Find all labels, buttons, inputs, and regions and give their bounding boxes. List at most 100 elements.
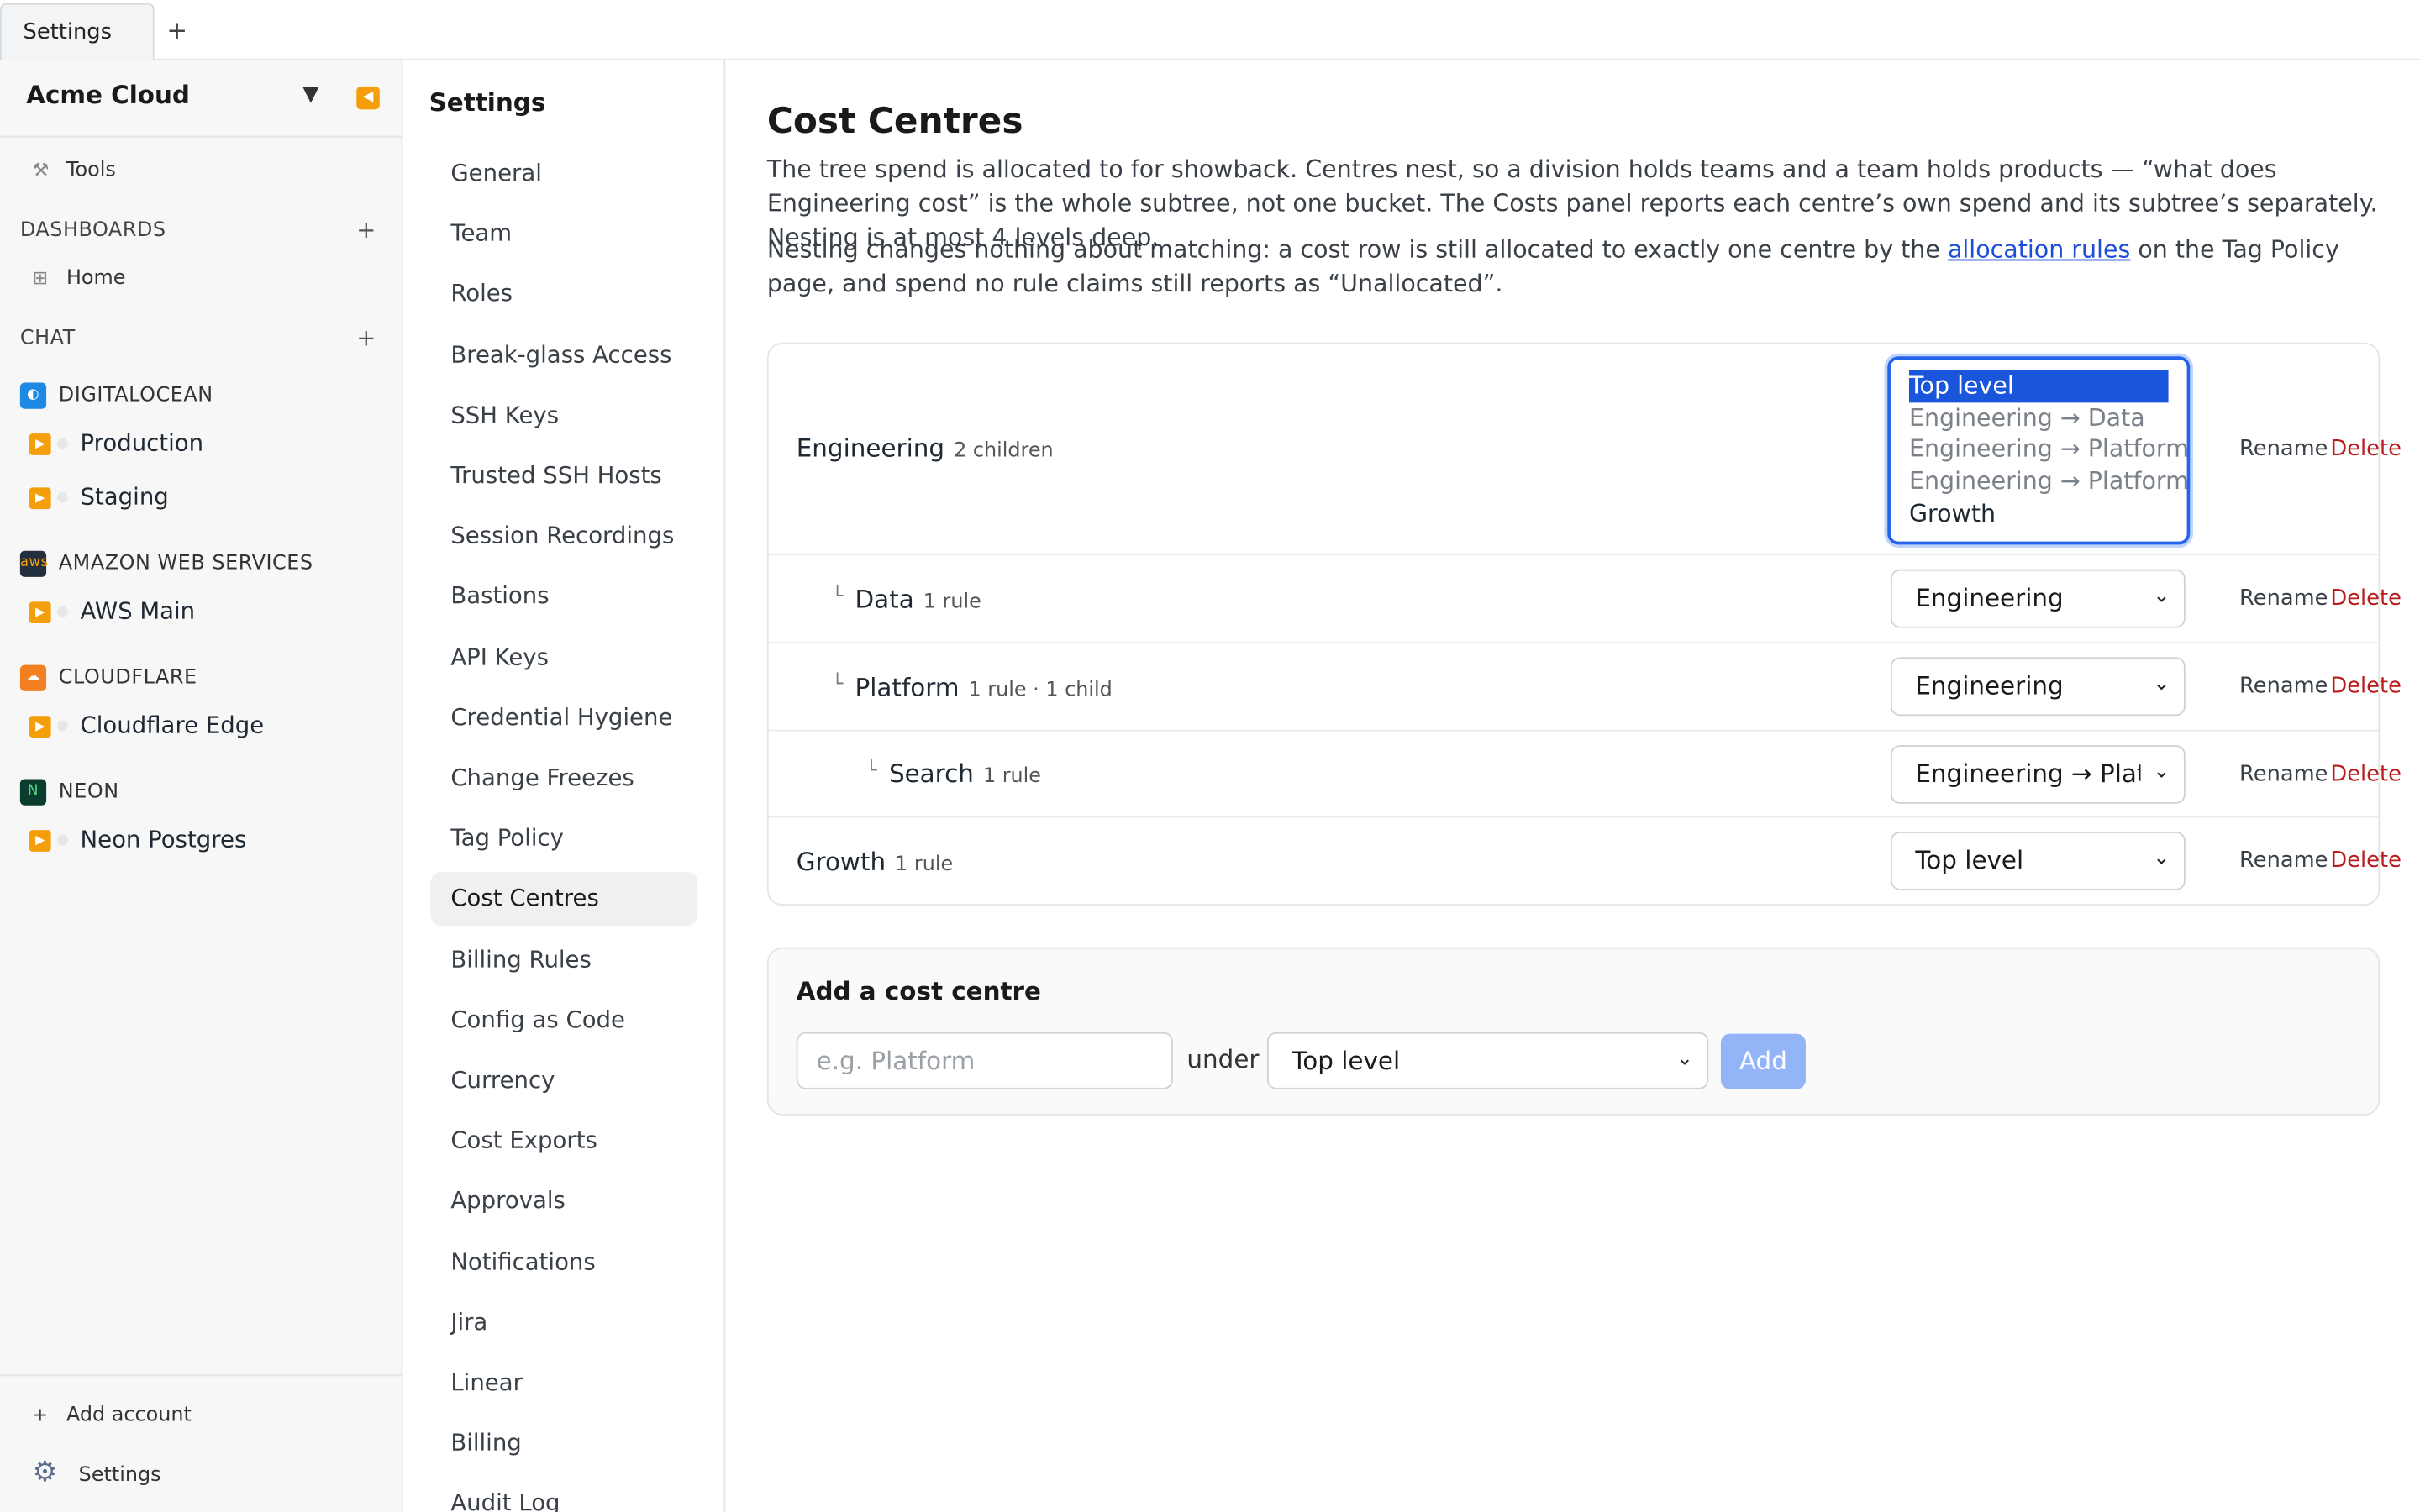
provider-cloudflare: ☁ CLOUDFLARE (19, 664, 197, 691)
sidebar-item-tools[interactable]: ⚒ Tools (33, 159, 116, 182)
delete-button[interactable]: Delete (2330, 848, 2401, 873)
delete-button[interactable]: Delete (2330, 437, 2401, 461)
nav-item-linear[interactable]: Linear (430, 1356, 697, 1410)
parent-option: Engineering → Platform (1908, 435, 2189, 464)
parent-select[interactable]: Top level ⌄ (1890, 831, 2186, 890)
chevron-down-icon: ⌄ (2153, 847, 2170, 870)
parent-option: Engineering → Data (1908, 403, 2145, 432)
terminal-icon: ▶ (29, 715, 51, 738)
centre-name: Data 1 rule (855, 585, 981, 614)
centre-label: Engineering (796, 433, 945, 464)
parent-option[interactable]: Growth (1909, 498, 2187, 530)
sidebar-footer: + Add account ⚙ Settings (0, 1374, 402, 1511)
centre-name: Growth 1 rule (797, 847, 953, 876)
nav-item-cost-exports[interactable]: Cost Exports (430, 1114, 697, 1168)
table-row: Growth 1 rule Top level ⌄ Rename Delete (769, 817, 2402, 906)
collapse-sidebar-icon[interactable]: ◀ (356, 86, 380, 110)
nav-item-config-as-code[interactable]: Config as Code (430, 993, 697, 1047)
rename-button[interactable]: Rename (2239, 762, 2328, 786)
rename-button[interactable]: Rename (2239, 848, 2328, 873)
parent-select[interactable]: Engineering ⌄ (1890, 569, 2186, 628)
account-aws-main[interactable]: ▶ AWS Main (29, 597, 195, 625)
sidebar-item-settings[interactable]: ⚙ Settings (33, 1457, 161, 1489)
nav-item-break-glass-access[interactable]: Break-glass Access (430, 328, 697, 381)
allocation-rules-link[interactable]: allocation rules (1948, 236, 2130, 264)
status-dot (56, 606, 68, 617)
add-account-button[interactable]: + Add account (33, 1404, 192, 1427)
caret-down-icon[interactable]: ▼ (302, 81, 319, 106)
table-row: Engineering 2 children Top level Engineer… (768, 344, 2402, 556)
tab-bar: Settings + (0, 0, 2420, 60)
nav-item-roles[interactable]: Roles (430, 267, 697, 321)
provider-name: AMAZON WEB SERVICES (58, 552, 313, 576)
account-cloudflare-edge[interactable]: ▶ Cloudflare Edge (29, 711, 264, 739)
add-button[interactable]: Add (1720, 1033, 1806, 1089)
chevron-down-icon: ⌄ (2153, 672, 2170, 696)
account-label: AWS Main (80, 596, 196, 625)
page-note: Nesting changes nothing about matching: … (767, 233, 2388, 301)
nav-item-cost-centres[interactable]: Cost Centres (430, 872, 698, 927)
new-parent-select[interactable]: Top level ⌄ (1266, 1032, 1709, 1089)
table-row: └ Platform 1 rule · 1 child Engineering ⌄ … (768, 643, 2402, 732)
rename-button[interactable]: Rename (2239, 586, 2328, 611)
account-neon-postgres[interactable]: ▶ Neon Postgres (29, 826, 246, 853)
org-switcher[interactable]: Acme Cloud ▼ ◀ (0, 60, 402, 138)
rename-button[interactable]: Rename (2239, 437, 2328, 461)
nav-item-ssh-keys[interactable]: SSH Keys (430, 388, 697, 442)
centre-meta: 1 rule (982, 765, 1041, 789)
nav-item-currency[interactable]: Currency (430, 1053, 697, 1107)
nav-item-api-keys[interactable]: API Keys (430, 630, 697, 684)
nav-item-team[interactable]: Team (430, 207, 697, 260)
add-chat-button[interactable]: + (356, 324, 376, 352)
parent-select[interactable]: Engineering → Platform ⌄ (1890, 745, 2186, 804)
parent-option[interactable]: Top level (1908, 370, 2169, 402)
terminal-icon: ▶ (29, 433, 51, 454)
account-staging[interactable]: ▶ Staging (29, 483, 169, 511)
account-production[interactable]: ▶ Production (29, 429, 203, 457)
nav-item-approvals[interactable]: Approvals (430, 1174, 697, 1228)
cost-centre-tree: Engineering 2 children Top level Engineer… (766, 342, 2402, 906)
provider-name: CLOUDFLARE (58, 666, 197, 690)
nav-item-jira[interactable]: Jira (430, 1295, 697, 1349)
parent-value: Top level (1292, 1046, 1401, 1076)
delete-button[interactable]: Delete (2330, 762, 2401, 786)
delete-button[interactable]: Delete (2330, 675, 2401, 699)
chat-heading: CHAT (19, 327, 76, 350)
centre-meta: 1 rule (923, 591, 981, 615)
provider-neon: N NEON (19, 779, 119, 806)
nav-item-audit-log[interactable]: Audit Log (430, 1477, 697, 1512)
account-label: Neon Postgres (80, 825, 247, 853)
parent-value: Top level (1915, 845, 2024, 875)
nav-item-billing-rules[interactable]: Billing Rules (430, 932, 697, 986)
nav-item-notifications[interactable]: Notifications (430, 1235, 697, 1289)
nav-item-bastions[interactable]: Bastions (430, 570, 697, 623)
account-label: Production (80, 428, 204, 457)
add-form-title: Add a cost centre (796, 976, 1041, 1006)
delete-button[interactable]: Delete (2330, 586, 2401, 611)
nav-item-tag-policy[interactable]: Tag Policy (430, 811, 697, 865)
nav-item-credential-hygiene[interactable]: Credential Hygiene (430, 690, 697, 744)
nav-item-billing[interactable]: Billing (430, 1416, 697, 1470)
centre-label: Data (855, 585, 914, 615)
parent-select[interactable]: Engineering ⌄ (1890, 657, 2186, 717)
nav-item-trusted-ssh-hosts[interactable]: Trusted SSH Hosts (430, 449, 697, 502)
wrench-icon: ⚒ (32, 159, 50, 181)
sidebar-item-label: Tools (66, 159, 116, 182)
nav-item-session-recordings[interactable]: Session Recordings (430, 509, 697, 563)
centre-name: Platform 1 rule · 1 child (855, 673, 1113, 702)
status-dot (56, 491, 68, 503)
nav-item-change-freezes[interactable]: Change Freezes (430, 751, 697, 805)
sidebar-item-home[interactable]: ⊞ Home (33, 267, 126, 291)
new-tab-button[interactable]: + (166, 15, 187, 45)
rename-button[interactable]: Rename (2239, 675, 2328, 699)
tab-settings[interactable]: Settings (0, 3, 155, 60)
digitalocean-icon: ◐ (19, 382, 47, 409)
tree-branch-icon: └ (831, 672, 844, 695)
centre-label: Growth (796, 847, 886, 877)
terminal-icon: ▶ (29, 601, 51, 623)
status-dot (56, 720, 68, 732)
centre-name-input[interactable] (796, 1032, 1173, 1089)
add-dashboard-button[interactable]: + (356, 216, 376, 244)
parent-listbox[interactable]: Top level Engineering → Data Engineering… (1887, 356, 2191, 545)
nav-item-general[interactable]: General (430, 146, 697, 200)
